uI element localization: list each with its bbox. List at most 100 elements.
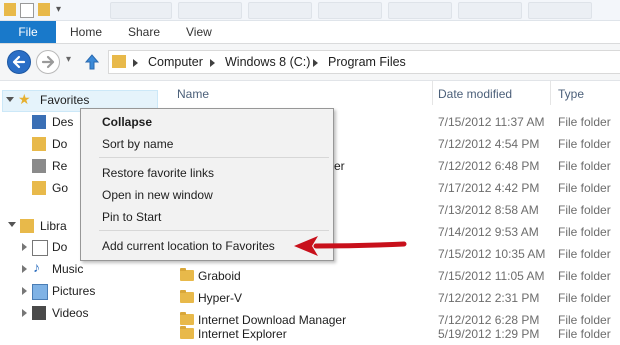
file-date: 7/12/2012 2:31 PM <box>438 291 540 305</box>
documents-icon <box>32 240 48 256</box>
favorites-label: Favorites <box>40 93 90 107</box>
file-type: File folder <box>558 247 611 261</box>
new-folder-icon[interactable] <box>38 3 50 16</box>
quick-access-dropdown-icon[interactable]: ▾ <box>56 4 61 15</box>
title-bar: ▾ <box>0 0 620 21</box>
breadcrumb-drive[interactable]: Windows 8 (C:) <box>225 55 310 69</box>
google-drive-icon <box>32 181 46 195</box>
sidebar-item-recent[interactable]: Re <box>52 156 67 176</box>
music-icon: ♪ <box>33 259 40 275</box>
menu-item-open-new-window[interactable]: Open in new window <box>102 188 213 202</box>
menu-item-collapse[interactable]: Collapse <box>102 115 152 129</box>
up-arrow-icon[interactable] <box>84 53 100 71</box>
table-row[interactable]: Internet Explorer 5/19/2012 1:29 PM File… <box>160 323 620 345</box>
sidebar-item-downloads[interactable]: Do <box>52 134 67 154</box>
file-type: File folder <box>558 291 611 305</box>
file-date: 5/19/2012 1:29 PM <box>438 327 540 341</box>
file-date: 7/17/2012 4:42 PM <box>438 181 540 195</box>
file-date: 7/14/2012 9:53 AM <box>438 225 539 239</box>
sidebar-item-desktop[interactable]: Des <box>52 112 73 132</box>
file-date: 7/15/2012 11:37 AM <box>438 115 545 129</box>
file-date: 7/13/2012 8:58 AM <box>438 203 539 217</box>
column-divider[interactable] <box>432 81 433 105</box>
file-date: 7/12/2012 6:48 PM <box>438 159 540 173</box>
sidebar-item-documents[interactable]: Do <box>52 237 67 257</box>
file-type: File folder <box>558 203 611 217</box>
file-type: File folder <box>558 181 611 195</box>
column-header-date[interactable]: Date modified <box>438 87 512 101</box>
file-type: File folder <box>558 115 611 129</box>
file-name: er <box>334 159 345 173</box>
menu-item-pin-to-start[interactable]: Pin to Start <box>102 210 161 224</box>
tab-view[interactable]: View <box>186 21 212 43</box>
breadcrumb-program-files[interactable]: Program Files <box>328 55 406 69</box>
menu-item-add-current-location-to-favorites[interactable]: Add current location to Favorites <box>102 239 275 253</box>
tab-share[interactable]: Share <box>128 21 160 43</box>
forward-arrow-icon <box>41 55 55 69</box>
folder-icon <box>180 268 194 281</box>
folder-icon <box>4 3 16 16</box>
file-name: Hyper-V <box>198 291 243 305</box>
table-row[interactable]: Hyper-V 7/12/2012 2:31 PM File folder <box>160 287 620 309</box>
background-window-tab <box>110 2 172 19</box>
expand-arrow-icon[interactable] <box>22 287 27 295</box>
forward-button[interactable] <box>36 50 60 74</box>
expand-arrow-icon[interactable] <box>22 309 27 317</box>
file-name: Graboid <box>198 269 241 283</box>
folder-icon <box>180 326 194 339</box>
breadcrumb-computer[interactable]: Computer <box>148 55 203 69</box>
recent-locations-icon[interactable]: ▾ <box>66 54 71 65</box>
downloads-icon <box>32 137 46 151</box>
background-window-tab <box>458 2 522 19</box>
libraries-label[interactable]: Libra <box>40 216 67 236</box>
sidebar-item-music[interactable]: Music <box>52 259 83 279</box>
file-name: Internet Explorer <box>198 327 287 341</box>
file-type: File folder <box>558 327 611 341</box>
sidebar-item-videos[interactable]: Videos <box>52 303 88 323</box>
collapse-arrow-icon[interactable] <box>8 222 16 227</box>
breadcrumb-arrow-icon[interactable] <box>133 59 138 67</box>
sidebar-item-google[interactable]: Go <box>52 178 68 198</box>
background-window-tab <box>388 2 452 19</box>
collapse-arrow-icon[interactable] <box>6 97 14 102</box>
back-arrow-icon <box>12 55 26 69</box>
folder-icon <box>112 55 126 68</box>
menu-item-sort-by-name[interactable]: Sort by name <box>102 137 173 151</box>
file-type: File folder <box>558 159 611 173</box>
ribbon-tabs: File Home Share View <box>0 21 620 44</box>
file-type: File folder <box>558 137 611 151</box>
navigation-bar: ▾ Computer Windows 8 (C:) Program Files <box>0 44 620 81</box>
recent-places-icon <box>32 159 46 173</box>
menu-separator <box>99 157 329 158</box>
menu-separator <box>99 230 329 231</box>
file-date: 7/12/2012 4:54 PM <box>438 137 540 151</box>
expand-arrow-icon[interactable] <box>22 265 27 273</box>
tab-file[interactable]: File <box>0 21 56 43</box>
column-header-type[interactable]: Type <box>558 87 584 101</box>
file-type: File folder <box>558 269 611 283</box>
star-icon: ★ <box>18 91 31 107</box>
table-row[interactable]: Graboid 7/15/2012 11:05 AM File folder <box>160 265 620 287</box>
address-bar[interactable]: Computer Windows 8 (C:) Program Files <box>108 50 620 74</box>
tab-home[interactable]: Home <box>70 21 102 43</box>
back-button[interactable] <box>7 50 31 74</box>
column-header-name[interactable]: Name <box>177 87 209 101</box>
file-date: 7/15/2012 10:35 AM <box>438 247 546 261</box>
pictures-icon <box>32 284 48 300</box>
menu-item-restore-favorite-links[interactable]: Restore favorite links <box>102 166 214 180</box>
sidebar-item-pictures[interactable]: Pictures <box>52 281 95 301</box>
column-divider[interactable] <box>550 81 551 105</box>
background-window-tab <box>248 2 312 19</box>
desktop-icon <box>32 115 46 129</box>
file-date: 7/15/2012 11:05 AM <box>438 269 545 283</box>
breadcrumb-arrow-icon[interactable] <box>210 59 215 67</box>
expand-arrow-icon[interactable] <box>22 243 27 251</box>
breadcrumb-arrow-icon[interactable] <box>313 59 318 67</box>
annotation-arrow-icon <box>294 236 407 256</box>
background-window-tab <box>178 2 242 19</box>
file-type: File folder <box>558 225 611 239</box>
videos-icon <box>32 306 46 320</box>
background-window-tab <box>318 2 382 19</box>
properties-icon[interactable] <box>20 3 34 18</box>
libraries-icon <box>20 219 34 233</box>
